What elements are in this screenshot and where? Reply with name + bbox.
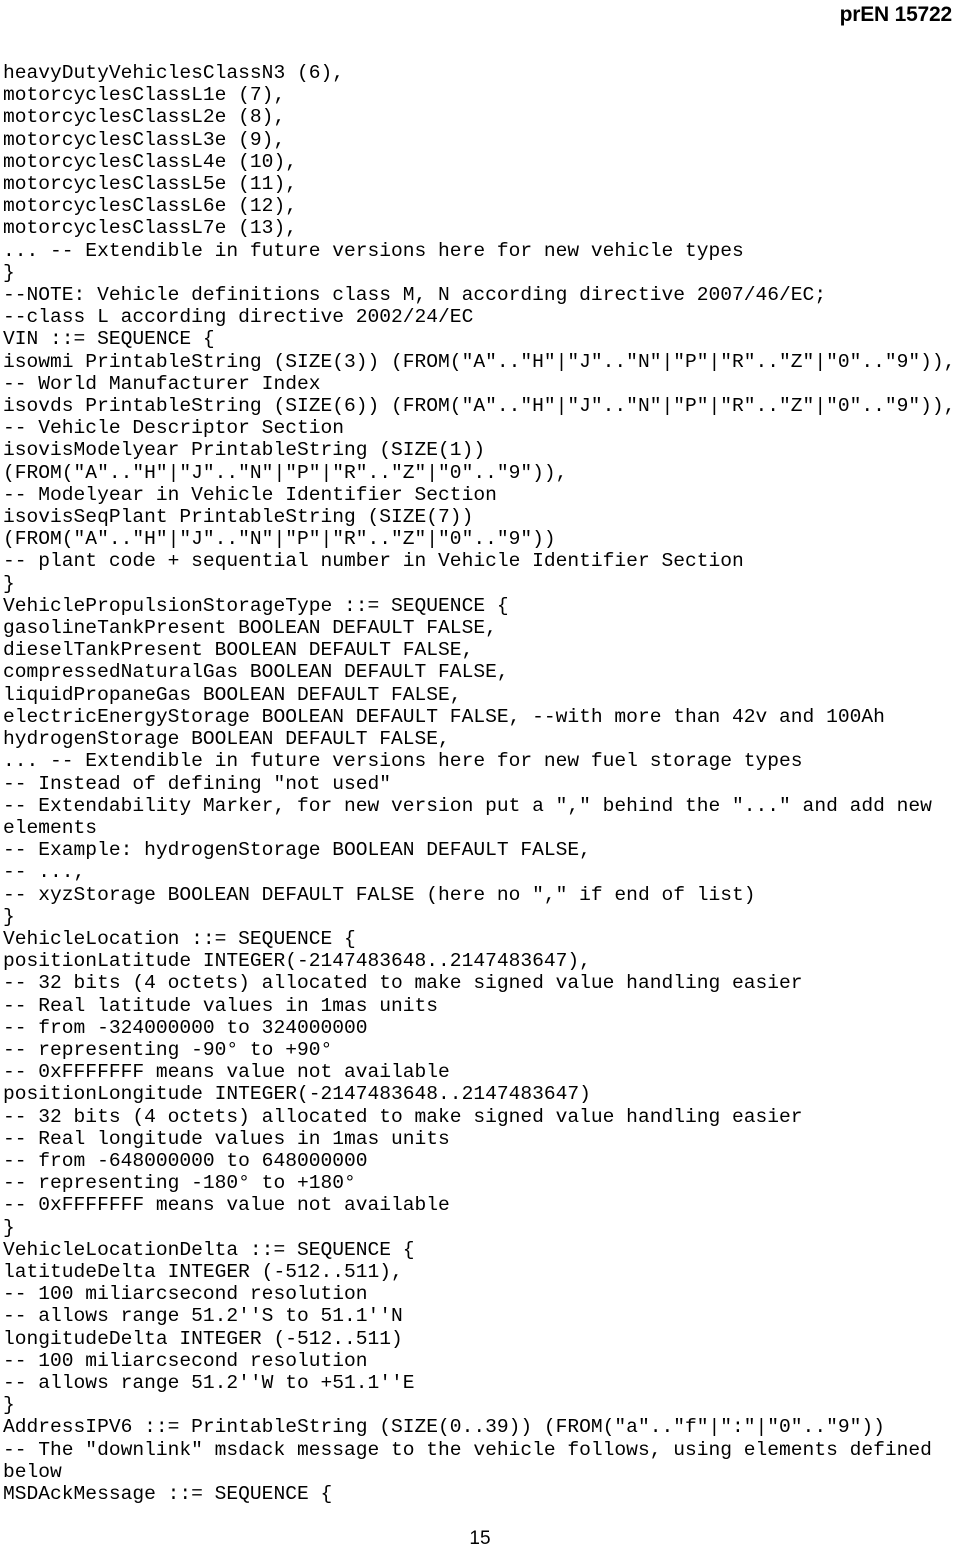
code-line: below [3,1460,62,1483]
code-line: -- Real latitude values in 1mas units [3,994,439,1017]
code-line: isovds PrintableString (SIZE(6)) (FROM("… [3,395,956,418]
code-line: motorcyclesClassL4e (10), [3,150,297,173]
code-line: motorcyclesClassL7e (13), [3,217,297,240]
code-line: -- 0xFFFFFFF means value not available [3,1061,450,1084]
code-line: -- Vehicle Descriptor Section [3,417,344,440]
code-line: positionLatitude INTEGER(-2147483648..21… [3,950,591,973]
code-line: -- representing -90° to +90° [3,1038,333,1061]
code-line: ... -- Extendible in future versions her… [3,750,803,773]
code-line: -- Instead of defining "not used" [3,772,392,795]
code-line: motorcyclesClassL3e (9), [3,128,286,151]
code-line: -- Modelyear in Vehicle Identifier Secti… [3,483,497,506]
code-line: -- allows range 51.2''W to +51.1''E [3,1371,415,1394]
code-line: latitudeDelta INTEGER (-512..511), [3,1260,403,1283]
code-line: longitudeDelta INTEGER (-512..511) [3,1327,403,1350]
code-line: -- ..., [3,861,86,884]
code-line: isovisModelyear PrintableString (SIZE(1)… [3,439,486,462]
code-line: -- xyzStorage BOOLEAN DEFAULT FALSE (her… [3,883,756,906]
asn1-code-block: heavyDutyVehiclesClassN3 (6), motorcycles… [3,62,957,1505]
code-line: ... -- Extendible in future versions her… [3,239,744,262]
code-line: } [3,1216,15,1239]
code-line: motorcyclesClassL2e (8), [3,106,286,129]
code-line: -- 100 miliarcsecond resolution [3,1349,368,1372]
document-page: prEN 15722 heavyDutyVehiclesClassN3 (6),… [0,0,960,1562]
code-line: dieselTankPresent BOOLEAN DEFAULT FALSE, [3,639,474,662]
code-line: isovisSeqPlant PrintableString (SIZE(7)) [3,506,474,529]
code-line: elements [3,816,98,839]
code-line: VIN ::= SEQUENCE { [3,328,215,351]
code-line: motorcyclesClassL5e (11), [3,173,297,196]
code-line: motorcyclesClassL1e (7), [3,84,286,107]
code-line: } [3,1394,15,1417]
code-line: compressedNaturalGas BOOLEAN DEFAULT FAL… [3,661,509,684]
document-header-standard-reference: prEN 15722 [839,3,953,26]
code-line: --class L according directive 2002/24/EC [3,306,474,329]
code-line: -- from -324000000 to 324000000 [3,1016,368,1039]
code-line: isowmi PrintableString (SIZE(3)) (FROM("… [3,350,956,373]
code-line: positionLongitude INTEGER(-2147483648..2… [3,1083,591,1106]
code-line: AddressIPV6 ::= PrintableString (SIZE(0.… [3,1416,885,1439]
code-line: -- 32 bits (4 octets) allocated to make … [3,972,803,995]
code-line: VehicleLocation ::= SEQUENCE { [3,927,356,950]
code-line: VehiclePropulsionStorageType ::= SEQUENC… [3,594,509,617]
code-line: -- Example: hydrogenStorage BOOLEAN DEFA… [3,839,591,862]
code-line: -- 32 bits (4 octets) allocated to make … [3,1105,803,1128]
code-line: -- 100 miliarcsecond resolution [3,1283,368,1306]
code-line: -- allows range 51.2''S to 51.1''N [3,1305,403,1328]
code-line: liquidPropaneGas BOOLEAN DEFAULT FALSE, [3,683,462,706]
code-line: heavyDutyVehiclesClassN3 (6), [3,62,344,84]
code-line: -- World Manufacturer Index [3,372,321,395]
code-line: -- representing -180° to +180° [3,1172,356,1195]
code-line: } [3,261,15,284]
code-line: hydrogenStorage BOOLEAN DEFAULT FALSE, [3,728,450,751]
code-line: electricEnergyStorage BOOLEAN DEFAULT FA… [3,705,885,728]
page-number: 15 [469,1528,491,1549]
code-line: -- plant code + sequential number in Veh… [3,550,744,573]
code-line: -- Extendability Marker, for new version… [3,794,932,817]
code-line: gasolineTankPresent BOOLEAN DEFAULT FALS… [3,617,497,640]
code-line: MSDAckMessage ::= SEQUENCE { [3,1483,333,1505]
code-line: motorcyclesClassL6e (12), [3,195,297,218]
code-line: (FROM("A".."H"|"J".."N"|"P"|"R".."Z"|"0"… [3,528,556,551]
code-line: -- from -648000000 to 648000000 [3,1149,368,1172]
code-line: VehicleLocationDelta ::= SEQUENCE { [3,1238,415,1261]
code-line: } [3,572,15,595]
code-line: (FROM("A".."H"|"J".."N"|"P"|"R".."Z"|"0"… [3,461,568,484]
code-line: } [3,905,15,928]
code-line: -- The "downlink" msdack message to the … [3,1438,932,1461]
code-line: -- Real longitude values in 1mas units [3,1127,450,1150]
code-line: --NOTE: Vehicle definitions class M, N a… [3,284,827,307]
code-line: -- 0xFFFFFFF means value not available [3,1194,450,1217]
